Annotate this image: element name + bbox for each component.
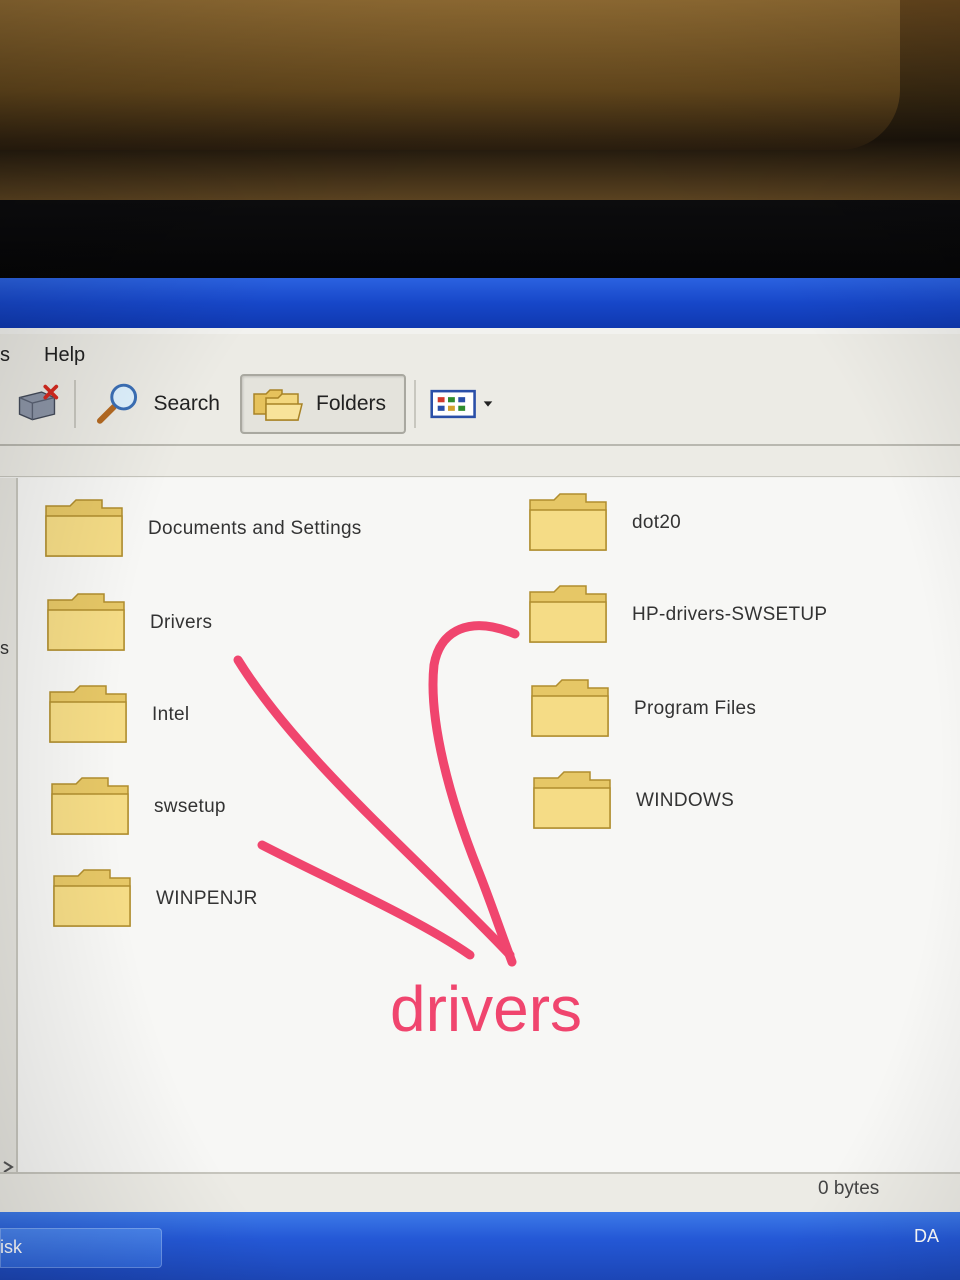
menu-item-tools-partial[interactable]: s <box>0 344 10 367</box>
left-pane: s <box>0 478 18 1172</box>
window-titlebar[interactable] <box>0 278 960 328</box>
folder-label: Drivers <box>150 612 213 633</box>
menu-item-help[interactable]: Help <box>44 344 85 367</box>
status-size: 0 bytes <box>818 1178 880 1199</box>
folder-icon <box>533 771 611 829</box>
desk-object <box>0 0 900 150</box>
folder-item[interactable]: WINPENJR <box>50 866 258 932</box>
folder-label: Intel <box>152 704 190 725</box>
toolbar-separator <box>74 380 76 428</box>
taskbar: isk DA <box>0 1212 960 1280</box>
folder-item[interactable]: swsetup <box>48 774 226 840</box>
folder-item[interactable]: Program Files <box>528 676 756 742</box>
desk-background <box>0 0 960 200</box>
taskbar-button-label: isk <box>0 1237 22 1257</box>
folder-label: WINPENJR <box>156 888 258 909</box>
folder-icon <box>529 585 607 643</box>
folder-item[interactable]: Intel <box>46 682 189 748</box>
left-pane-partial-text: s <box>0 638 9 658</box>
folder-label: HP-drivers-SWSETUP <box>632 604 828 625</box>
taskbar-button[interactable]: isk <box>0 1228 162 1268</box>
folder-icon <box>45 499 123 557</box>
folders-icon <box>253 389 303 421</box>
folders-button[interactable]: Folders <box>240 374 406 434</box>
folder-label: WINDOWS <box>636 790 735 811</box>
folder-icon <box>49 685 127 743</box>
tray-text: DA <box>914 1226 940 1246</box>
monitor-bezel <box>0 200 960 280</box>
folder-item[interactable]: dot20 <box>526 490 681 556</box>
folder-label: swsetup <box>154 796 226 817</box>
search-button[interactable]: Search <box>82 374 230 434</box>
annotation-label: drivers <box>390 973 583 1045</box>
folder-label: Program Files <box>634 698 757 719</box>
views-button[interactable] <box>420 374 504 434</box>
views-icon <box>430 389 476 419</box>
folder-item[interactable]: HP-drivers-SWSETUP <box>526 582 827 648</box>
address-bar[interactable] <box>0 446 960 477</box>
folders-label: Folders <box>316 392 387 415</box>
delete-icon <box>18 384 59 421</box>
screen: s Help Search Folders s Documents and Se… <box>0 278 960 1280</box>
search-label: Search <box>153 392 220 415</box>
search-icon <box>96 383 138 424</box>
delete-button[interactable] <box>4 374 70 434</box>
toolbar-separator <box>414 380 416 428</box>
toolbar: Search Folders <box>0 368 960 446</box>
chevron-down-icon[interactable] <box>482 399 494 409</box>
folder-label: Documents and Settings <box>148 518 362 539</box>
folder-icon <box>51 777 129 835</box>
folder-label: dot20 <box>632 512 682 533</box>
folder-icon <box>531 679 609 737</box>
folder-icon <box>529 493 607 551</box>
folder-item[interactable]: Documents and Settings <box>42 496 362 562</box>
status-bar: 0 bytes <box>0 1172 960 1214</box>
folder-item[interactable]: Drivers <box>44 590 212 656</box>
folder-view: s Documents and Settings Drivers Intel s… <box>0 478 960 1173</box>
folder-icon <box>47 593 125 651</box>
folder-item[interactable]: WINDOWS <box>530 768 734 834</box>
folder-icon <box>53 869 131 927</box>
